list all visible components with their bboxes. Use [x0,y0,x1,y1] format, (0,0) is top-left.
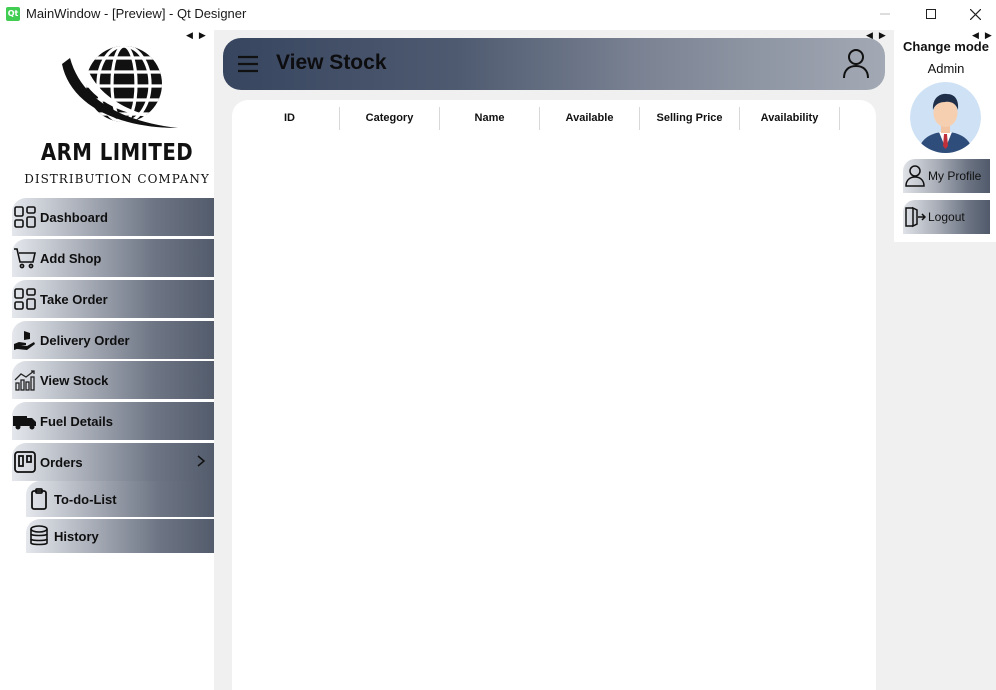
maximize-button[interactable] [908,0,954,28]
minimize-icon [880,13,890,15]
orders-board-icon [12,449,38,475]
close-button[interactable] [952,0,996,28]
user-icon[interactable] [841,48,871,80]
arm-globe-logo [62,46,178,128]
grid-icon [12,286,38,312]
splitter-arrows-left[interactable]: ◀▶ [186,31,212,41]
nav-take-order-label: Take Order [40,291,108,307]
my-profile-label: My Profile [928,169,982,183]
minimize-button[interactable] [862,0,908,28]
nav-orders-label: Orders [40,454,83,470]
column-header-selling-price[interactable]: Selling Price [640,107,740,130]
column-header-id[interactable]: ID [240,107,340,130]
company-name: ARM LIMITED [40,140,194,166]
window-title: MainWindow - [Preview] - Qt Designer [26,6,247,21]
column-header-availability[interactable]: Availability [740,107,840,130]
nav-view-stock[interactable]: View Stock [12,361,214,399]
logout-label: Logout [928,210,965,224]
nav-view-stock-label: View Stock [40,372,109,388]
nav-add-shop[interactable]: Add Shop [12,239,214,277]
nav-delivery-order[interactable]: Delivery Order [12,321,214,359]
dashboard-grid-icon [12,204,38,230]
nav-history-label: History [54,528,99,544]
stock-table-header: ID Category Name Available Selling Price… [240,107,840,130]
company-tagline: DISTRIBUTION COMPANY [24,172,210,186]
nav-dashboard-label: Dashboard [40,209,108,225]
logout-icon [904,205,926,229]
close-icon [969,8,981,20]
logout-button[interactable]: Logout [903,200,990,234]
stock-table-card [232,100,876,690]
page-header: View Stock [223,38,885,90]
database-icon [26,523,52,549]
nav-add-shop-label: Add Shop [40,250,102,266]
clipboard-icon [26,486,52,512]
maximize-icon [926,9,936,19]
chevron-right-icon [197,455,206,467]
person-icon [904,164,926,188]
column-header-name[interactable]: Name [440,107,540,130]
nav-history[interactable]: History [26,519,214,553]
truck-icon [12,408,38,434]
hamburger-menu-icon[interactable] [237,54,259,74]
my-profile-button[interactable]: My Profile [903,159,990,193]
admin-avatar [910,82,981,153]
nav-take-order[interactable]: Take Order [12,280,214,318]
column-header-available[interactable]: Available [540,107,640,130]
nav-todo-list-label: To-do-List [54,491,117,507]
nav-dashboard[interactable]: Dashboard [12,198,214,236]
nav-orders[interactable]: Orders [12,443,214,481]
nav-todo-list[interactable]: To-do-List [26,481,214,517]
qt-designer-icon: Qt [6,7,20,21]
right-background [894,242,996,690]
window-titlebar: Qt MainWindow - [Preview] - Qt Designer [0,0,996,30]
nav-fuel-details-label: Fuel Details [40,413,113,429]
page-title: View Stock [276,51,387,74]
change-mode-button[interactable]: Change mode [896,39,996,54]
cart-icon [12,245,38,271]
stock-chart-icon [12,367,38,393]
nav-fuel-details[interactable]: Fuel Details [12,402,214,440]
column-header-category[interactable]: Category [340,107,440,130]
delivery-hand-icon [12,327,38,353]
user-role-label: Admin [927,61,965,76]
nav-delivery-order-label: Delivery Order [40,332,130,348]
